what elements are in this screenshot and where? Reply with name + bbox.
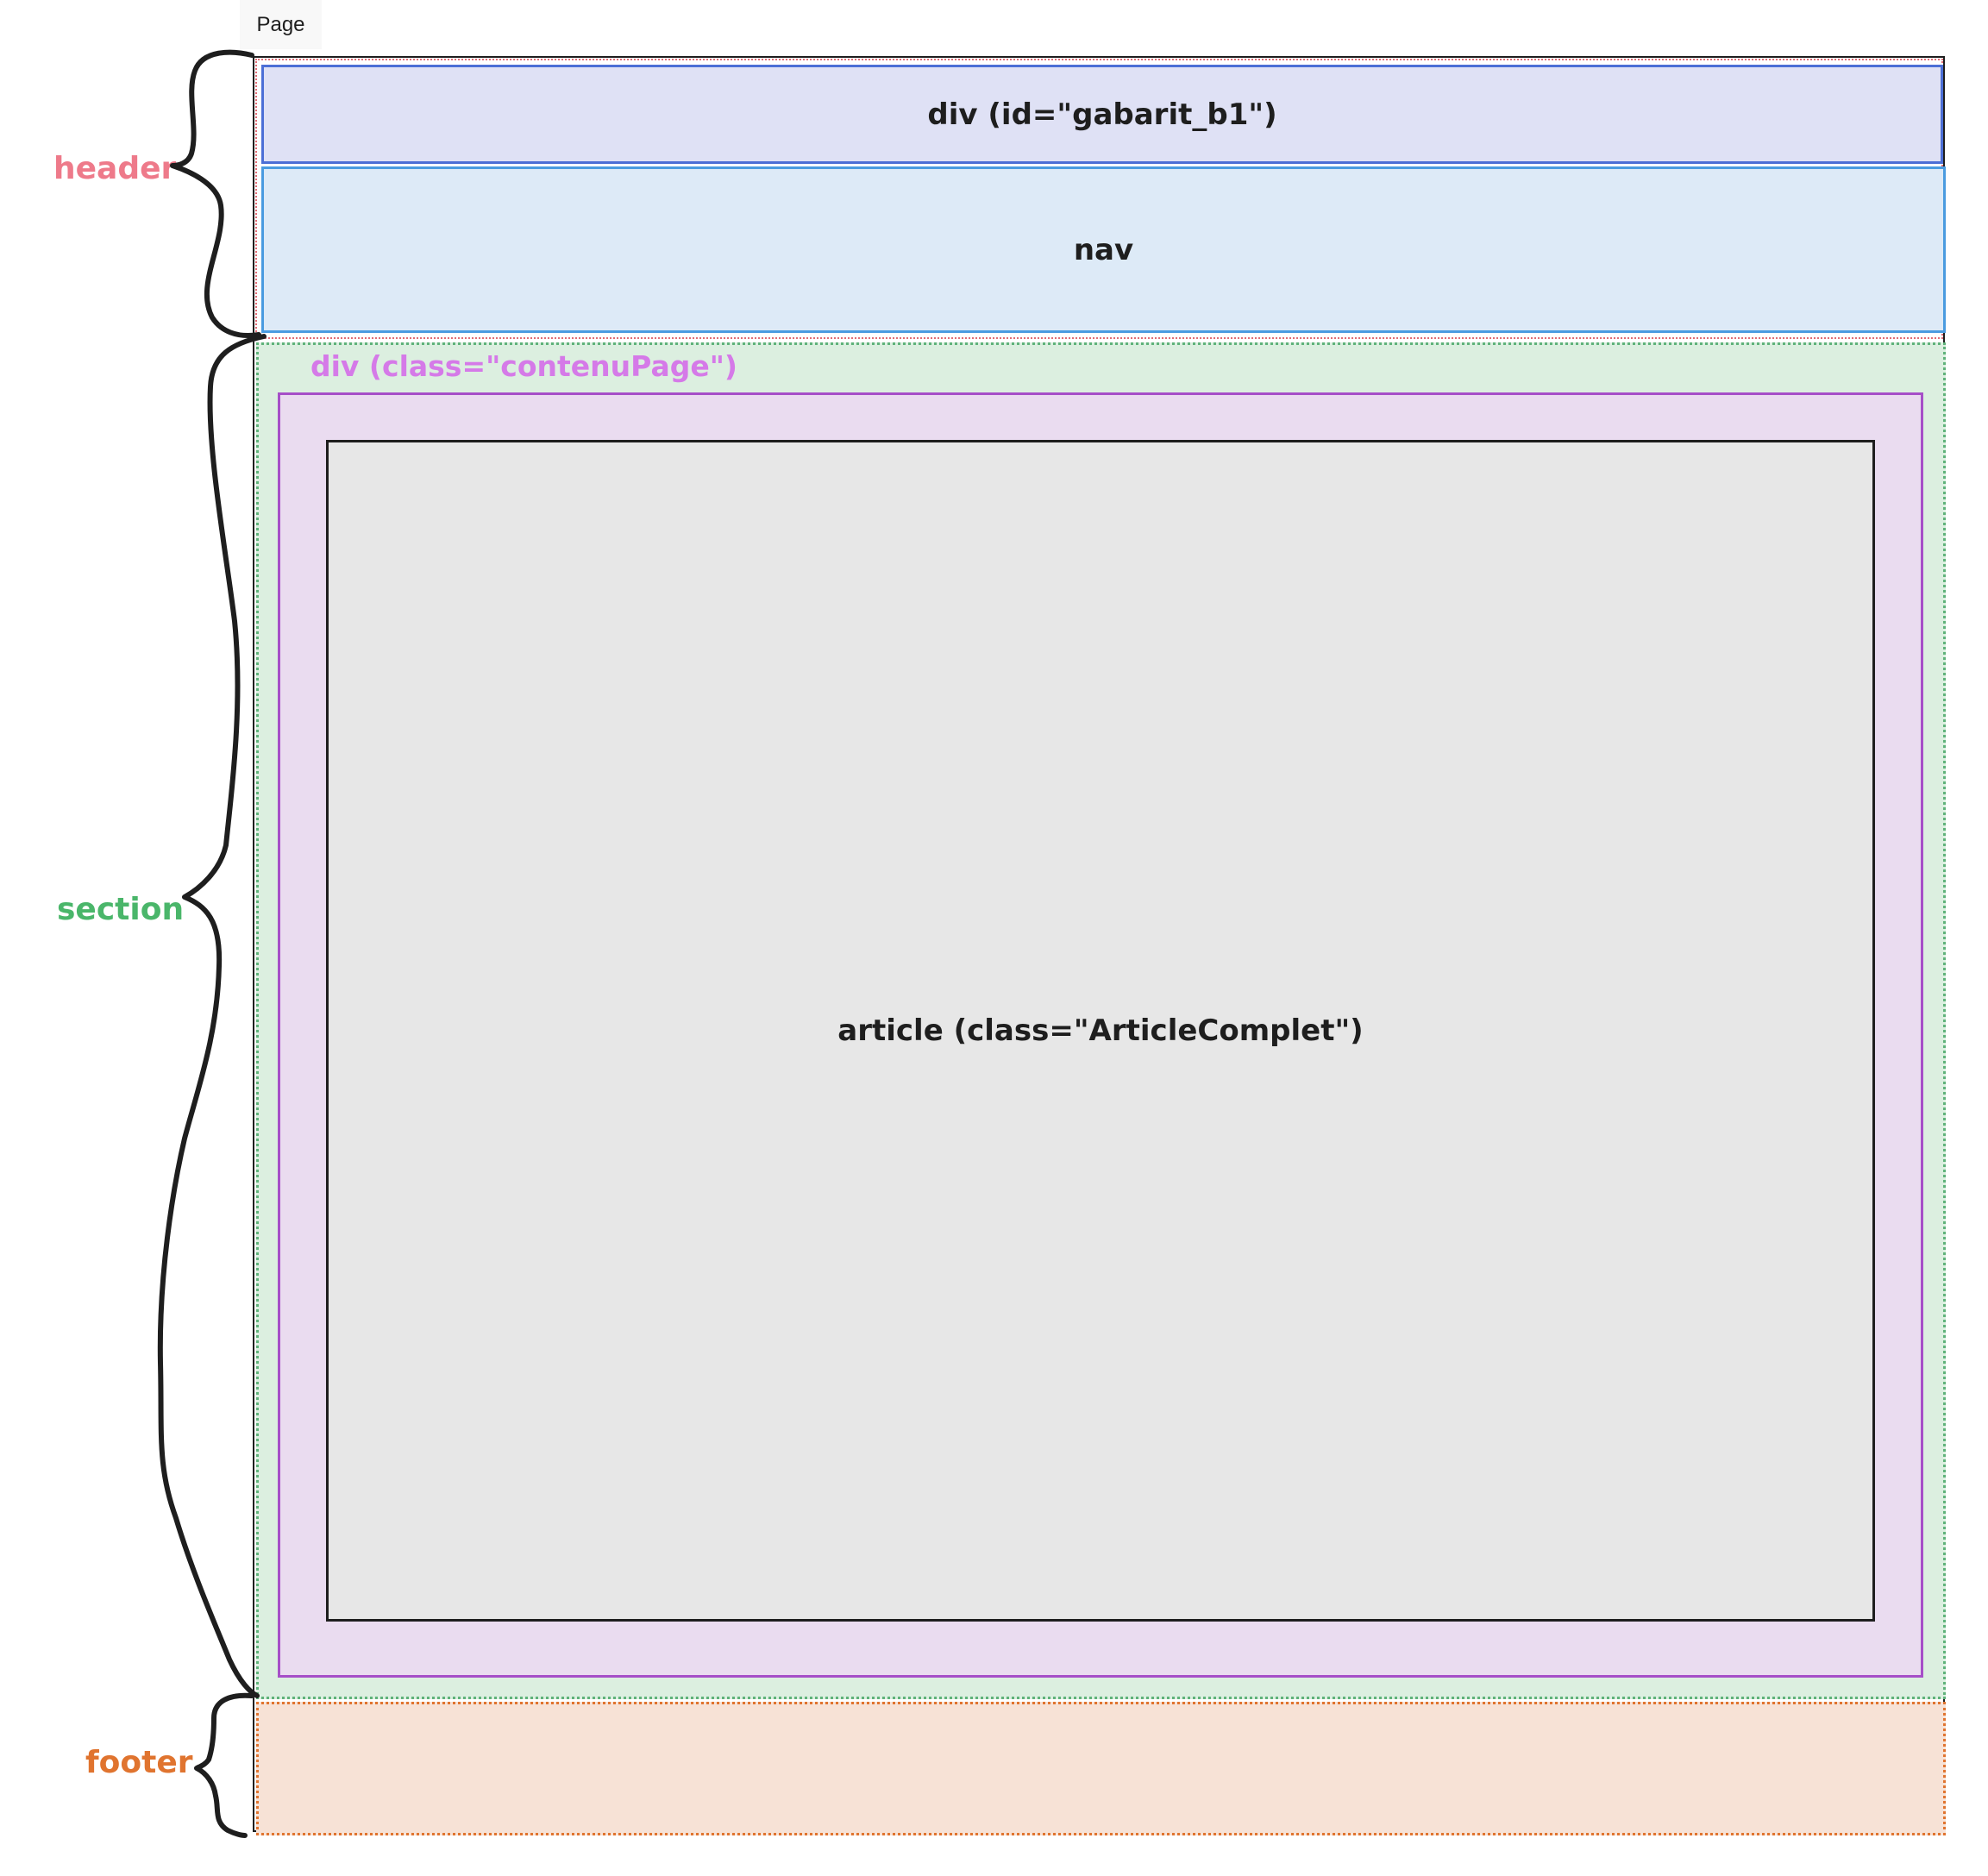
brace-annotations — [157, 49, 267, 1838]
footer-brace — [194, 1692, 254, 1838]
section-brace — [157, 334, 267, 1698]
header-brace — [170, 49, 261, 338]
